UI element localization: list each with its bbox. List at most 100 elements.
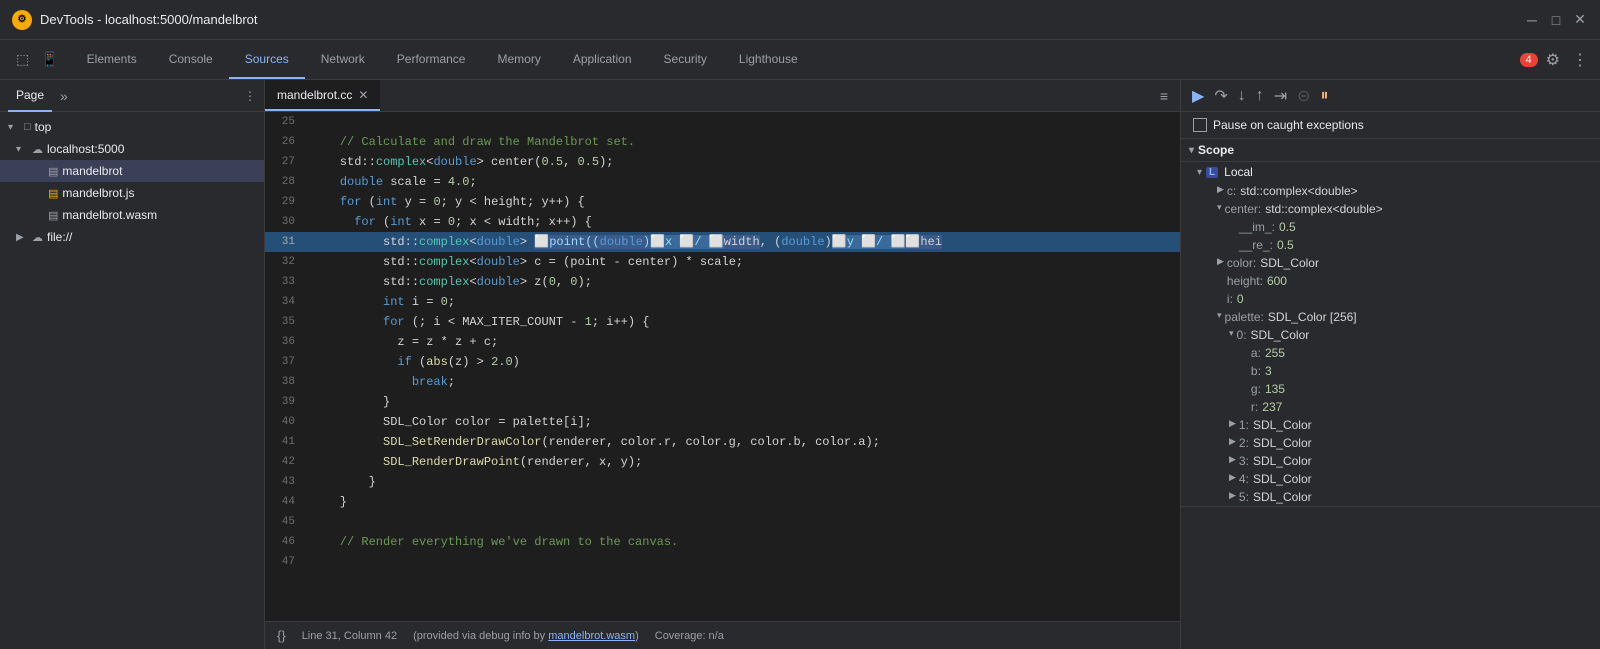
tree-label-file: file:// — [47, 230, 72, 244]
scope-var-palette-3: ▶ 3: SDL_Color — [1181, 452, 1600, 470]
scope-val-im: 0.5 — [1279, 220, 1296, 234]
scope-val-p0: SDL_Color — [1251, 328, 1310, 342]
tab-application[interactable]: Application — [557, 40, 648, 79]
scope-expand-p0[interactable]: ▾ — [1229, 328, 1234, 339]
tree-item-mandelbrot[interactable]: ▤ mandelbrot — [0, 160, 264, 182]
file-icon-mandelbrot: ▤ — [48, 165, 58, 178]
pause-exceptions-label: Pause on caught exceptions — [1213, 118, 1364, 132]
scope-key-color: color: — [1227, 256, 1256, 270]
editor-area: mandelbrot.cc ✕ ≡ 25 26 // — [265, 80, 1180, 649]
scope-expand-palette[interactable]: ▾ — [1217, 310, 1222, 321]
file-sidebar: Page » ⋮ ▾ □ top ▾ ☁ localhost:5000 ▤ ma… — [0, 80, 265, 649]
scope-val-p0-b: 3 — [1265, 364, 1272, 378]
pause-exceptions-checkbox[interactable] — [1193, 118, 1207, 132]
code-line-31: 31 std::complex<double> ⬜point((double)⬜… — [265, 232, 1180, 252]
scope-var-palette-4: ▶ 4: SDL_Color — [1181, 470, 1600, 488]
scope-val-p5: SDL_Color — [1253, 490, 1312, 504]
scope-val-palette: SDL_Color [256] — [1268, 310, 1357, 324]
status-bar: {} Line 31, Column 42 (provided via debu… — [265, 621, 1180, 649]
debug-link[interactable]: mandelbrot.wasm — [548, 630, 635, 642]
code-line-41: 41 SDL_SetRenderDrawColor(renderer, colo… — [265, 432, 1180, 452]
tab-elements[interactable]: Elements — [71, 40, 153, 79]
scope-var-i: ▶ i: 0 — [1181, 290, 1600, 308]
scope-expand-p3[interactable]: ▶ — [1229, 454, 1236, 465]
editor-tab-close[interactable]: ✕ — [358, 88, 368, 102]
scope-expand-p4[interactable]: ▶ — [1229, 472, 1236, 483]
scope-arrow: ▾ — [1189, 145, 1194, 156]
step-out-button[interactable]: ↑ — [1253, 84, 1267, 108]
tree-item-mandelbrot-js[interactable]: ▤ mandelbrot.js — [0, 182, 264, 204]
code-line-25: 25 — [265, 112, 1180, 132]
code-container: 25 26 // Calculate and draw the Mandelbr… — [265, 112, 1180, 621]
tab-memory[interactable]: Memory — [481, 40, 556, 79]
scope-key-p0-a: a: — [1251, 346, 1261, 360]
scope-header[interactable]: ▾ Scope — [1181, 139, 1600, 162]
line-col-text: Line 31, Column 42 — [302, 630, 397, 642]
scope-val-height: 600 — [1267, 274, 1287, 288]
scope-key-palette: palette: — [1225, 310, 1264, 324]
tree-item-top[interactable]: ▾ □ top — [0, 116, 264, 138]
tab-bar: ⬚ 📱 Elements Console Sources Network Per… — [0, 40, 1600, 80]
sidebar-header: Page » ⋮ — [0, 80, 264, 112]
scope-var-p0-b: ▶ b: 3 — [1181, 362, 1600, 380]
tab-network[interactable]: Network — [305, 40, 381, 79]
title-bar: ⚙ DevTools - localhost:5000/mandelbrot ─… — [0, 0, 1600, 40]
tree-label-top: top — [35, 120, 52, 134]
sidebar-menu-icon[interactable]: ⋮ — [244, 89, 256, 103]
step-over-button[interactable]: ↷ — [1211, 83, 1230, 109]
format-icon[interactable]: {} — [277, 628, 286, 643]
more-menu-icon[interactable]: ⋮ — [1568, 46, 1592, 74]
scope-key-p4: 4: — [1239, 472, 1249, 486]
scope-panel: ▾ Scope ▾ L Local ▶ c: std::complex<doub… — [1181, 139, 1600, 649]
scope-key-p0: 0: — [1237, 328, 1247, 342]
tab-security[interactable]: Security — [648, 40, 723, 79]
code-line-45: 45 — [265, 512, 1180, 532]
scope-expand-color[interactable]: ▶ — [1217, 256, 1224, 267]
editor-nav-icon[interactable]: ≡ — [1156, 84, 1172, 108]
settings-icon[interactable]: ⚙ — [1542, 46, 1564, 74]
step-into-button[interactable]: ↓ — [1235, 84, 1249, 108]
editor-tab-mandelbrot[interactable]: mandelbrot.cc ✕ — [265, 80, 380, 111]
deactivate-button[interactable]: ⊝ — [1294, 83, 1313, 109]
scope-key-i: i: — [1227, 292, 1233, 306]
scope-var-im: ▶ __im_: 0.5 — [1181, 218, 1600, 236]
sidebar-tab-page[interactable]: Page — [8, 80, 52, 112]
code-line-33: 33 std::complex<double> z(0, 0); — [265, 272, 1180, 292]
app-icon: ⚙ — [12, 10, 32, 30]
minimize-button[interactable]: ─ — [1524, 12, 1540, 28]
tab-performance[interactable]: Performance — [381, 40, 482, 79]
code-scroll[interactable]: 25 26 // Calculate and draw the Mandelbr… — [265, 112, 1180, 621]
inspect-icon[interactable]: ⬚ — [12, 47, 33, 72]
tab-lighthouse[interactable]: Lighthouse — [723, 40, 814, 79]
sidebar-more-icon[interactable]: » — [60, 88, 68, 104]
close-button[interactable]: ✕ — [1572, 12, 1588, 28]
scope-expand-p5[interactable]: ▶ — [1229, 490, 1236, 501]
device-icon[interactable]: 📱 — [37, 47, 62, 72]
tree-item-file[interactable]: ▶ ☁ file:// — [0, 226, 264, 248]
scope-var-palette-0: ▾ 0: SDL_Color — [1181, 326, 1600, 344]
scope-key-re: __re_: — [1239, 238, 1273, 252]
tab-sources[interactable]: Sources — [229, 40, 305, 79]
scope-expand-center[interactable]: ▾ — [1217, 202, 1222, 213]
tab-console[interactable]: Console — [153, 40, 229, 79]
scope-val-color: SDL_Color — [1260, 256, 1319, 270]
scope-local-label: Local — [1224, 165, 1253, 179]
pause-button[interactable]: ⏸ — [1318, 84, 1332, 108]
scope-local-header[interactable]: ▾ L Local — [1181, 162, 1600, 182]
debug-info-text: (provided via debug info by mandelbrot.w… — [413, 630, 639, 642]
scope-val-re: 0.5 — [1277, 238, 1294, 252]
scope-expand-c[interactable]: ▶ — [1217, 184, 1224, 195]
scope-expand-p2[interactable]: ▶ — [1229, 436, 1236, 447]
scope-val-center: std::complex<double> — [1265, 202, 1382, 216]
tree-item-localhost[interactable]: ▾ ☁ localhost:5000 — [0, 138, 264, 160]
debug-panel: ▶ ↷ ↓ ↑ ⇥ ⊝ ⏸ Pause on caught exceptions… — [1180, 80, 1600, 649]
scope-local-section: ▾ L Local ▶ c: std::complex<double> ▾ ce… — [1181, 162, 1600, 507]
maximize-button[interactable]: □ — [1548, 12, 1564, 28]
resume-button[interactable]: ▶ — [1189, 83, 1207, 109]
tree-item-mandelbrot-wasm[interactable]: ▤ mandelbrot.wasm — [0, 204, 264, 226]
scope-expand-p1[interactable]: ▶ — [1229, 418, 1236, 429]
step-button[interactable]: ⇥ — [1271, 83, 1290, 109]
tree-arrow-file: ▶ — [16, 232, 28, 243]
code-line-40: 40 SDL_Color color = palette[i]; — [265, 412, 1180, 432]
code-line-44: 44 } — [265, 492, 1180, 512]
